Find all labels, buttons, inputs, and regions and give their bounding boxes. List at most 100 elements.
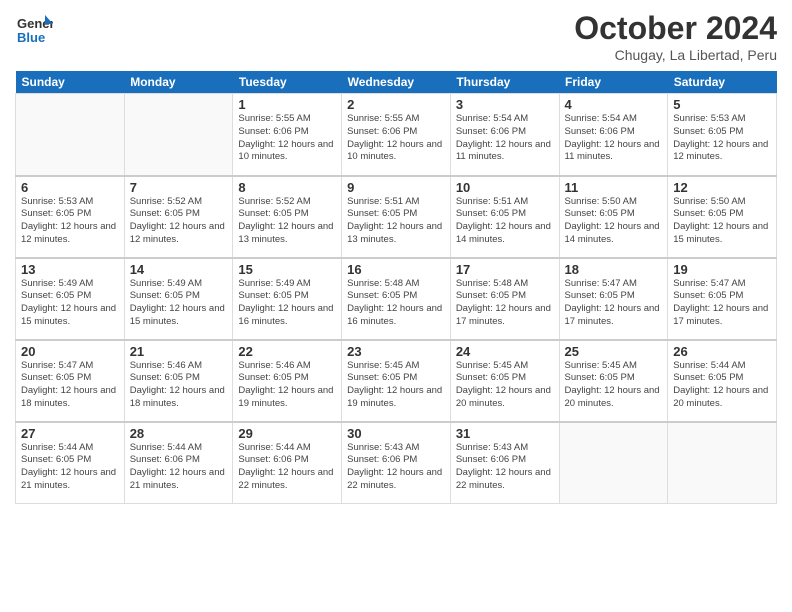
sunrise: Sunrise: 5:46 AM <box>238 360 310 371</box>
sunrise: Sunrise: 5:52 AM <box>238 196 310 207</box>
calendar-cell: 4 Sunrise: 5:54 AM Sunset: 6:06 PM Dayli… <box>559 94 668 176</box>
sunrise: Sunrise: 5:48 AM <box>456 278 528 289</box>
calendar-container: General Blue October 2024 Chugay, La Lib… <box>0 0 792 612</box>
calendar-cell: 31 Sunrise: 5:43 AM Sunset: 6:06 PM Dayl… <box>450 422 559 504</box>
sunrise: Sunrise: 5:44 AM <box>238 442 310 453</box>
day-info: Sunrise: 5:52 AM Sunset: 6:05 PM Dayligh… <box>238 196 336 247</box>
weekday-header-row: SundayMondayTuesdayWednesdayThursdayFrid… <box>16 71 777 94</box>
day-number: 11 <box>565 180 663 195</box>
title-section: October 2024 Chugay, La Libertad, Peru <box>574 10 777 63</box>
calendar-cell <box>124 94 233 176</box>
day-number: 8 <box>238 180 336 195</box>
week-row-5: 27 Sunrise: 5:44 AM Sunset: 6:05 PM Dayl… <box>16 422 777 504</box>
daylight: Daylight: 12 hours and 17 minutes. <box>565 303 660 327</box>
sunrise: Sunrise: 5:47 AM <box>673 278 745 289</box>
calendar-cell: 25 Sunrise: 5:45 AM Sunset: 6:05 PM Dayl… <box>559 340 668 422</box>
daylight: Daylight: 12 hours and 15 minutes. <box>21 303 116 327</box>
daylight: Daylight: 12 hours and 21 minutes. <box>21 467 116 491</box>
daylight: Daylight: 12 hours and 19 minutes. <box>238 385 333 409</box>
sunset: Sunset: 6:05 PM <box>673 126 743 137</box>
sunset: Sunset: 6:05 PM <box>21 290 91 301</box>
day-number: 16 <box>347 262 445 277</box>
sunrise: Sunrise: 5:50 AM <box>565 196 637 207</box>
day-number: 10 <box>456 180 554 195</box>
calendar-cell: 12 Sunrise: 5:50 AM Sunset: 6:05 PM Dayl… <box>668 176 777 258</box>
location: Chugay, La Libertad, Peru <box>574 47 777 63</box>
sunrise: Sunrise: 5:48 AM <box>347 278 419 289</box>
sunset: Sunset: 6:05 PM <box>238 372 308 383</box>
daylight: Daylight: 12 hours and 13 minutes. <box>347 221 442 245</box>
week-row-1: 1 Sunrise: 5:55 AM Sunset: 6:06 PM Dayli… <box>16 94 777 176</box>
calendar-cell: 22 Sunrise: 5:46 AM Sunset: 6:05 PM Dayl… <box>233 340 342 422</box>
calendar-cell: 20 Sunrise: 5:47 AM Sunset: 6:05 PM Dayl… <box>16 340 125 422</box>
daylight: Daylight: 12 hours and 21 minutes. <box>130 467 225 491</box>
day-number: 31 <box>456 426 554 441</box>
daylight: Daylight: 12 hours and 15 minutes. <box>673 221 768 245</box>
sunset: Sunset: 6:05 PM <box>565 372 635 383</box>
calendar-cell: 11 Sunrise: 5:50 AM Sunset: 6:05 PM Dayl… <box>559 176 668 258</box>
day-info: Sunrise: 5:44 AM Sunset: 6:05 PM Dayligh… <box>21 442 119 493</box>
sunrise: Sunrise: 5:50 AM <box>673 196 745 207</box>
month-title: October 2024 <box>574 10 777 47</box>
sunrise: Sunrise: 5:55 AM <box>347 113 419 124</box>
calendar-cell: 21 Sunrise: 5:46 AM Sunset: 6:05 PM Dayl… <box>124 340 233 422</box>
weekday-header-tuesday: Tuesday <box>233 71 342 94</box>
day-info: Sunrise: 5:46 AM Sunset: 6:05 PM Dayligh… <box>130 360 228 411</box>
sunrise: Sunrise: 5:49 AM <box>21 278 93 289</box>
daylight: Daylight: 12 hours and 14 minutes. <box>565 221 660 245</box>
weekday-header-thursday: Thursday <box>450 71 559 94</box>
calendar-cell: 3 Sunrise: 5:54 AM Sunset: 6:06 PM Dayli… <box>450 94 559 176</box>
calendar-cell: 24 Sunrise: 5:45 AM Sunset: 6:05 PM Dayl… <box>450 340 559 422</box>
sunset: Sunset: 6:06 PM <box>238 454 308 465</box>
day-number: 2 <box>347 97 445 112</box>
daylight: Daylight: 12 hours and 22 minutes. <box>456 467 551 491</box>
logo-icon: General Blue <box>15 10 53 53</box>
day-info: Sunrise: 5:49 AM Sunset: 6:05 PM Dayligh… <box>21 278 119 329</box>
calendar-cell: 27 Sunrise: 5:44 AM Sunset: 6:05 PM Dayl… <box>16 422 125 504</box>
calendar-cell: 30 Sunrise: 5:43 AM Sunset: 6:06 PM Dayl… <box>342 422 451 504</box>
sunset: Sunset: 6:05 PM <box>347 208 417 219</box>
sunrise: Sunrise: 5:43 AM <box>347 442 419 453</box>
day-number: 7 <box>130 180 228 195</box>
calendar-cell: 13 Sunrise: 5:49 AM Sunset: 6:05 PM Dayl… <box>16 258 125 340</box>
sunset: Sunset: 6:06 PM <box>347 454 417 465</box>
daylight: Daylight: 12 hours and 11 minutes. <box>565 139 660 163</box>
sunset: Sunset: 6:06 PM <box>456 126 526 137</box>
day-info: Sunrise: 5:48 AM Sunset: 6:05 PM Dayligh… <box>456 278 554 329</box>
sunrise: Sunrise: 5:54 AM <box>456 113 528 124</box>
sunset: Sunset: 6:05 PM <box>21 454 91 465</box>
daylight: Daylight: 12 hours and 10 minutes. <box>238 139 333 163</box>
daylight: Daylight: 12 hours and 20 minutes. <box>565 385 660 409</box>
calendar-cell: 1 Sunrise: 5:55 AM Sunset: 6:06 PM Dayli… <box>233 94 342 176</box>
sunset: Sunset: 6:05 PM <box>456 290 526 301</box>
day-number: 23 <box>347 344 445 359</box>
day-info: Sunrise: 5:50 AM Sunset: 6:05 PM Dayligh… <box>673 196 771 247</box>
sunset: Sunset: 6:05 PM <box>673 372 743 383</box>
calendar-cell <box>16 94 125 176</box>
sunset: Sunset: 6:05 PM <box>21 208 91 219</box>
weekday-header-monday: Monday <box>124 71 233 94</box>
calendar-cell: 8 Sunrise: 5:52 AM Sunset: 6:05 PM Dayli… <box>233 176 342 258</box>
calendar-cell: 19 Sunrise: 5:47 AM Sunset: 6:05 PM Dayl… <box>668 258 777 340</box>
daylight: Daylight: 12 hours and 10 minutes. <box>347 139 442 163</box>
sunset: Sunset: 6:05 PM <box>347 290 417 301</box>
daylight: Daylight: 12 hours and 15 minutes. <box>130 303 225 327</box>
daylight: Daylight: 12 hours and 12 minutes. <box>130 221 225 245</box>
day-info: Sunrise: 5:54 AM Sunset: 6:06 PM Dayligh… <box>565 113 663 164</box>
day-number: 27 <box>21 426 119 441</box>
calendar-cell: 17 Sunrise: 5:48 AM Sunset: 6:05 PM Dayl… <box>450 258 559 340</box>
day-number: 19 <box>673 262 771 277</box>
day-number: 4 <box>565 97 663 112</box>
calendar-cell <box>559 422 668 504</box>
sunrise: Sunrise: 5:47 AM <box>21 360 93 371</box>
day-number: 28 <box>130 426 228 441</box>
day-number: 14 <box>130 262 228 277</box>
calendar-cell: 26 Sunrise: 5:44 AM Sunset: 6:05 PM Dayl… <box>668 340 777 422</box>
day-number: 24 <box>456 344 554 359</box>
day-info: Sunrise: 5:49 AM Sunset: 6:05 PM Dayligh… <box>238 278 336 329</box>
day-info: Sunrise: 5:43 AM Sunset: 6:06 PM Dayligh… <box>456 442 554 493</box>
calendar-cell: 16 Sunrise: 5:48 AM Sunset: 6:05 PM Dayl… <box>342 258 451 340</box>
sunrise: Sunrise: 5:46 AM <box>130 360 202 371</box>
day-info: Sunrise: 5:46 AM Sunset: 6:05 PM Dayligh… <box>238 360 336 411</box>
logo: General Blue <box>15 10 53 53</box>
